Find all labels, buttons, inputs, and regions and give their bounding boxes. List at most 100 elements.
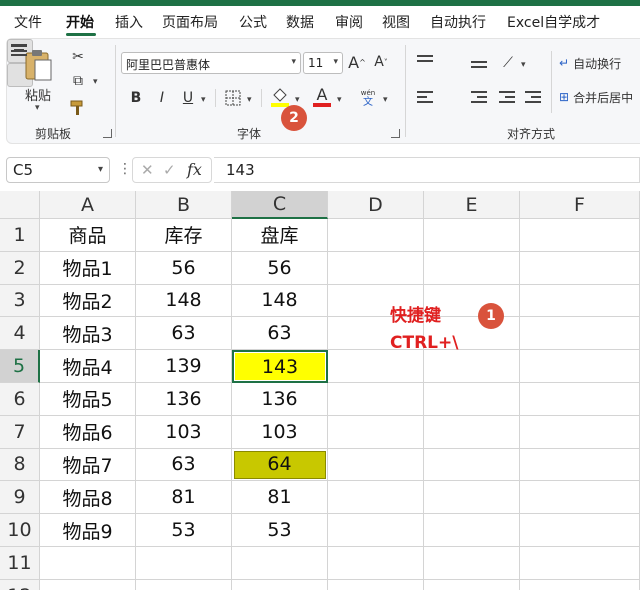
insert-function-button[interactable]: fx [187, 160, 202, 179]
column-header-c[interactable]: C [232, 191, 328, 219]
enter-icon[interactable]: ✓ [163, 161, 176, 179]
cell-a8[interactable]: 物品7 [40, 448, 136, 482]
menu-file[interactable]: 文件 [14, 12, 42, 32]
cell-e12[interactable] [424, 579, 520, 590]
cell-a3[interactable]: 物品2 [40, 284, 136, 318]
row-header-11[interactable]: 11 [0, 547, 40, 580]
align-bottom-icon[interactable] [471, 61, 487, 71]
cell-d2[interactable] [328, 251, 424, 285]
align-top-icon[interactable] [417, 55, 433, 65]
cell-a6[interactable]: 物品5 [40, 383, 136, 416]
cell-f5[interactable] [520, 350, 640, 383]
cell-e1[interactable] [424, 219, 520, 252]
cell-e5[interactable] [424, 350, 520, 383]
cell-d12[interactable] [328, 579, 424, 590]
column-header-e[interactable]: E [424, 191, 520, 219]
cell-c8[interactable]: 64 [232, 448, 328, 482]
formula-input[interactable]: 143 [214, 157, 640, 183]
cell-f1[interactable] [520, 219, 640, 252]
cell-c3[interactable]: 148 [232, 284, 328, 318]
align-right-icon[interactable] [471, 91, 487, 106]
cancel-icon[interactable]: ✕ [141, 161, 154, 179]
cell-c11[interactable] [232, 547, 328, 580]
cell-f10[interactable] [520, 514, 640, 547]
column-header-f[interactable]: F [520, 191, 640, 219]
merge-center-button[interactable]: ⊞ 合并后居中 [559, 87, 640, 107]
font-color-button[interactable]: A [311, 85, 333, 109]
menu-home[interactable]: 开始 [66, 12, 94, 32]
cell-b3[interactable]: 148 [136, 284, 232, 318]
cell-b10[interactable]: 53 [136, 514, 232, 547]
menu-excel-self-study[interactable]: Excel自学成才 [507, 12, 600, 32]
row-header-8[interactable]: 8 [0, 448, 40, 482]
font-color-dropdown-icon[interactable]: ▾ [337, 95, 342, 105]
menu-formulas[interactable]: 公式 [239, 12, 267, 32]
bold-button[interactable]: B [127, 87, 145, 109]
cell-f4[interactable] [520, 317, 640, 351]
cell-a9[interactable]: 物品8 [40, 481, 136, 515]
format-painter-icon[interactable] [67, 97, 89, 119]
row-header-5[interactable]: 5 [0, 350, 40, 383]
cell-f3[interactable] [520, 284, 640, 318]
orientation-icon[interactable]: ⟋ [497, 53, 519, 73]
row-header-3[interactable]: 3 [0, 284, 40, 318]
copy-icon[interactable]: ⧉ [67, 71, 89, 91]
cell-a10[interactable]: 物品9 [40, 514, 136, 547]
cell-b4[interactable]: 63 [136, 317, 232, 351]
font-launcher-icon[interactable] [391, 129, 400, 138]
cell-b5[interactable]: 139 [136, 350, 232, 383]
cell-e8[interactable] [424, 448, 520, 482]
italic-button[interactable]: I [153, 87, 171, 109]
cell-e11[interactable] [424, 547, 520, 580]
grow-font-button[interactable]: A ^ [347, 51, 367, 73]
cell-c7[interactable]: 103 [232, 415, 328, 449]
cell-c4[interactable]: 63 [232, 317, 328, 351]
cell-b1[interactable]: 库存 [136, 219, 232, 252]
menu-insert[interactable]: 插入 [115, 12, 143, 32]
row-header-7[interactable]: 7 [0, 415, 40, 449]
cell-b7[interactable]: 103 [136, 415, 232, 449]
cell-d11[interactable] [328, 547, 424, 580]
phonetic-guide-button[interactable]: wén 文 [355, 85, 381, 111]
cell-e7[interactable] [424, 415, 520, 449]
cell-c6[interactable]: 136 [232, 383, 328, 416]
cell-f7[interactable] [520, 415, 640, 449]
cell-a1[interactable]: 商品 [40, 219, 136, 252]
select-all-corner[interactable] [0, 191, 40, 219]
cell-e10[interactable] [424, 514, 520, 547]
column-header-d[interactable]: D [328, 191, 424, 219]
cell-f6[interactable] [520, 383, 640, 416]
copy-dropdown-icon[interactable]: ▾ [93, 77, 98, 87]
cell-f12[interactable] [520, 579, 640, 590]
cut-icon[interactable]: ✂ [67, 47, 89, 67]
phonetic-dropdown-icon[interactable]: ▾ [383, 95, 388, 105]
row-header-10[interactable]: 10 [0, 514, 40, 547]
more-options-icon[interactable]: ⋮ [118, 161, 132, 177]
borders-dropdown-icon[interactable]: ▾ [247, 95, 252, 105]
row-header-9[interactable]: 9 [0, 481, 40, 515]
row-header-2[interactable]: 2 [0, 251, 40, 285]
cell-b11[interactable] [136, 547, 232, 580]
cell-c12[interactable] [232, 579, 328, 590]
font-size-select[interactable]: 11 ▾ [303, 52, 343, 74]
cell-a5[interactable]: 物品4 [40, 350, 136, 383]
cell-f2[interactable] [520, 251, 640, 285]
cell-f11[interactable] [520, 547, 640, 580]
cell-d10[interactable] [328, 514, 424, 547]
underline-dropdown-icon[interactable]: ▾ [201, 95, 206, 105]
cell-a4[interactable]: 物品3 [40, 317, 136, 351]
column-header-a[interactable]: A [40, 191, 136, 219]
cell-d8[interactable] [328, 448, 424, 482]
cell-b6[interactable]: 136 [136, 383, 232, 416]
borders-button[interactable] [223, 87, 243, 109]
menu-review[interactable]: 审阅 [335, 12, 363, 32]
wrap-text-button[interactable]: ↵ 自动换行 [559, 53, 640, 73]
cell-a2[interactable]: 物品1 [40, 251, 136, 285]
row-header-6[interactable]: 6 [0, 383, 40, 416]
cell-e9[interactable] [424, 481, 520, 515]
cell-c1[interactable]: 盘库 [232, 219, 328, 252]
cell-e6[interactable] [424, 383, 520, 416]
cell-a7[interactable]: 物品6 [40, 415, 136, 449]
menu-page-layout[interactable]: 页面布局 [162, 12, 218, 32]
menu-data[interactable]: 数据 [286, 12, 314, 32]
